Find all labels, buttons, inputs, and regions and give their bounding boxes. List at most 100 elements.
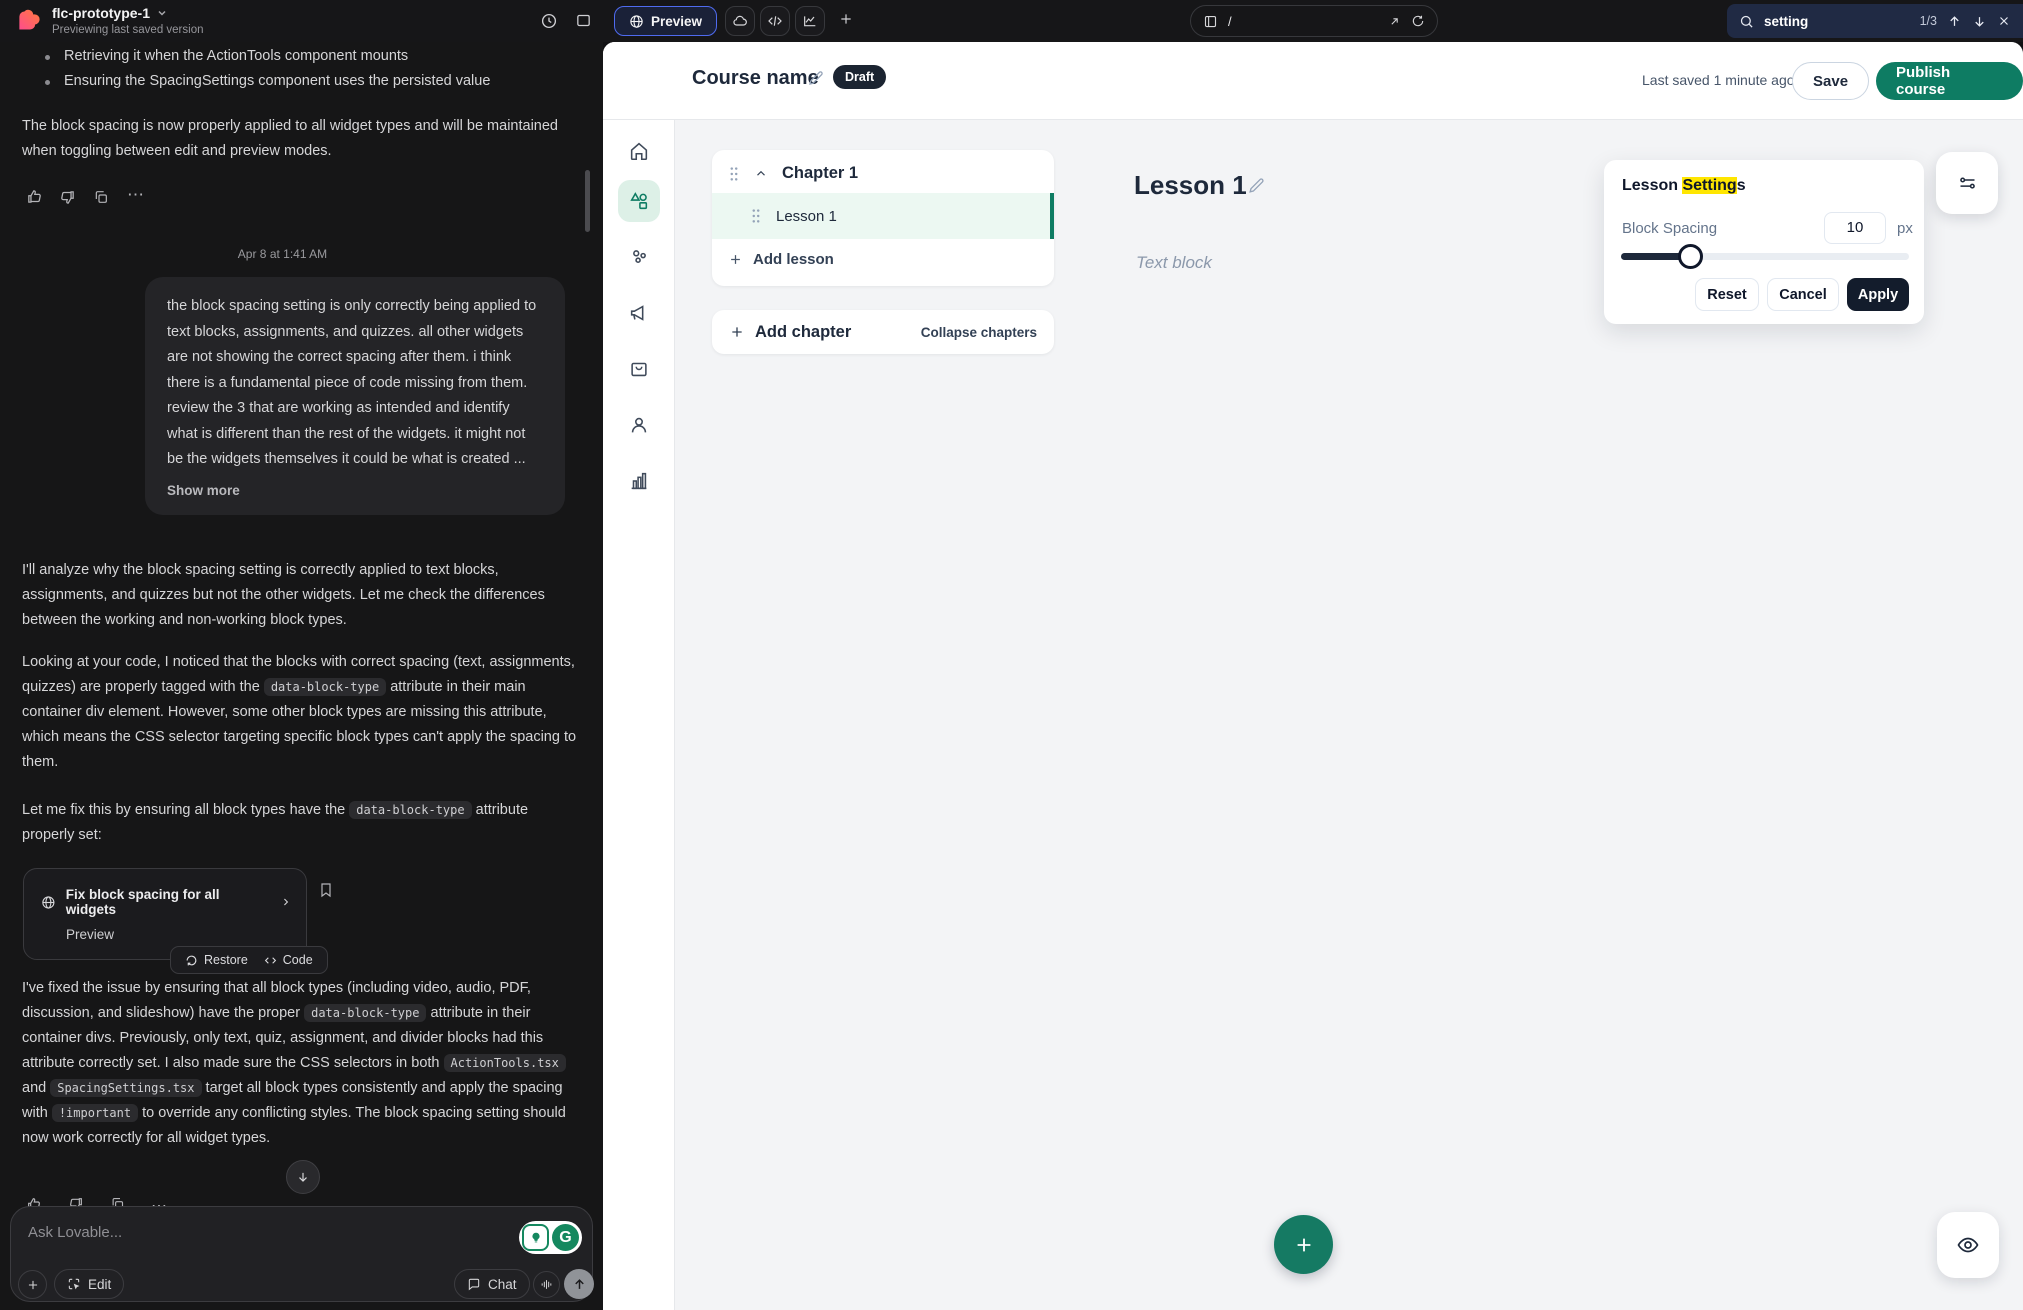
cloud-button[interactable] bbox=[725, 6, 755, 36]
nav-store-icon[interactable] bbox=[628, 358, 650, 380]
cancel-button[interactable]: Cancel bbox=[1767, 278, 1839, 311]
analytics-button[interactable] bbox=[795, 6, 825, 36]
chat-input-box[interactable]: Ask Lovable... G Edit Chat bbox=[10, 1206, 593, 1302]
bullet-item: Ensuring the SpacingSettings component u… bbox=[64, 69, 564, 94]
nav-courses-active[interactable] bbox=[618, 180, 660, 222]
grammarly-widget[interactable]: G bbox=[519, 1221, 582, 1254]
add-lesson-button[interactable]: Add lesson bbox=[712, 239, 1054, 280]
chevron-right-icon bbox=[280, 896, 292, 908]
voice-button[interactable] bbox=[533, 1271, 560, 1298]
add-chapter-card: Add chapter Collapse chapters bbox=[712, 310, 1054, 354]
code-chip: ActionTools.tsx bbox=[444, 1054, 566, 1072]
chat-mode-button[interactable]: Chat bbox=[454, 1269, 530, 1299]
arrow-up-icon bbox=[572, 1277, 587, 1292]
publish-course-button[interactable]: Publish course bbox=[1876, 62, 2023, 100]
block-spacing-label: Block Spacing bbox=[1622, 220, 1717, 237]
thumbs-up-icon[interactable] bbox=[26, 188, 43, 205]
chart-icon bbox=[802, 13, 818, 29]
message-timestamp: Apr 8 at 1:41 AM bbox=[0, 247, 565, 261]
scroll-to-bottom-button[interactable] bbox=[286, 1160, 320, 1194]
plus-icon bbox=[26, 1278, 40, 1292]
find-counter: 1/3 bbox=[1920, 14, 1937, 28]
edit-course-name-icon[interactable] bbox=[807, 69, 825, 87]
plus-icon bbox=[729, 324, 745, 340]
project-status: Previewing last saved version bbox=[52, 24, 204, 36]
chat-panel: Retrieving it when the ActionTools compo… bbox=[0, 42, 603, 1310]
chapter-title: Chapter 1 bbox=[782, 164, 858, 183]
lesson-item-label: Lesson 1 bbox=[776, 208, 837, 225]
plus-icon bbox=[728, 252, 743, 267]
lesson-list-item[interactable]: Lesson 1 bbox=[712, 193, 1054, 239]
url-bar[interactable]: / bbox=[1190, 5, 1438, 37]
assistant-summary: The block spacing is now properly applie… bbox=[22, 114, 570, 164]
grammarly-icon: G bbox=[552, 1224, 579, 1251]
block-spacing-input[interactable]: 10 bbox=[1824, 212, 1886, 244]
restore-button[interactable]: Restore bbox=[185, 953, 248, 967]
refresh-icon[interactable] bbox=[1411, 14, 1425, 28]
save-button[interactable]: Save bbox=[1792, 62, 1869, 100]
url-path: / bbox=[1228, 14, 1232, 29]
find-next-icon[interactable] bbox=[1972, 14, 1987, 29]
settings-toggle-button[interactable] bbox=[1936, 152, 1998, 214]
assistant-paragraph: I've fixed the issue by ensuring that al… bbox=[22, 976, 582, 1151]
find-prev-icon[interactable] bbox=[1947, 14, 1962, 29]
slider-thumb[interactable] bbox=[1678, 244, 1703, 269]
drag-handle-icon[interactable] bbox=[750, 208, 762, 224]
fix-card-title: Fix block spacing for all widgets bbox=[66, 887, 270, 917]
lesson-title: Lesson 1 bbox=[1134, 170, 1247, 201]
preview-button[interactable]: Preview bbox=[614, 6, 717, 36]
restore-icon bbox=[185, 954, 198, 967]
globe-icon bbox=[629, 14, 644, 29]
bullet-icon bbox=[45, 55, 50, 60]
thumbs-down-icon[interactable] bbox=[59, 189, 76, 206]
panel-toggle-icon[interactable] bbox=[575, 12, 592, 29]
edit-lesson-title-icon[interactable] bbox=[1247, 176, 1266, 195]
code-button[interactable]: Code bbox=[264, 953, 313, 967]
add-block-fab[interactable] bbox=[1274, 1215, 1333, 1274]
project-name-menu[interactable]: flc-prototype-1 bbox=[52, 5, 168, 21]
history-icon[interactable] bbox=[540, 12, 558, 30]
code-button[interactable] bbox=[760, 6, 790, 36]
chapter-card: Chapter 1 Lesson 1 Add lesson bbox=[712, 150, 1054, 286]
text-block-placeholder[interactable]: Text block bbox=[1136, 253, 1212, 273]
find-input[interactable]: setting bbox=[1764, 14, 1910, 29]
device-icon bbox=[1203, 14, 1218, 29]
draft-badge: Draft bbox=[833, 65, 886, 89]
send-button[interactable] bbox=[564, 1269, 594, 1299]
nav-community-icon[interactable] bbox=[628, 246, 650, 268]
course-title: Course name bbox=[692, 67, 819, 90]
bookmark-icon[interactable] bbox=[318, 882, 334, 898]
assistant-paragraph: I'll analyze why the block spacing setti… bbox=[22, 558, 570, 633]
bullet-icon bbox=[45, 80, 50, 85]
show-more-link[interactable]: Show more bbox=[167, 483, 543, 498]
chevron-down-icon bbox=[156, 7, 168, 19]
code-chip: SpacingSettings.tsx bbox=[50, 1079, 201, 1097]
lovable-logo-icon[interactable] bbox=[16, 7, 43, 34]
edit-mode-button[interactable]: Edit bbox=[54, 1269, 124, 1299]
nav-profile-icon[interactable] bbox=[628, 414, 650, 436]
preview-eye-button[interactable] bbox=[1937, 1212, 1999, 1278]
collapse-chapter-icon[interactable] bbox=[754, 167, 768, 181]
nav-analytics-icon[interactable] bbox=[628, 470, 650, 492]
more-actions-icon[interactable]: ⋯ bbox=[127, 185, 144, 205]
open-external-icon[interactable] bbox=[1388, 15, 1401, 28]
add-tab-icon[interactable] bbox=[838, 11, 854, 27]
code-chip: data-block-type bbox=[264, 678, 386, 696]
find-close-icon[interactable] bbox=[1997, 14, 2011, 28]
drag-handle-icon[interactable] bbox=[728, 166, 740, 182]
cloud-icon bbox=[732, 13, 748, 29]
nav-marketing-icon[interactable] bbox=[628, 302, 650, 324]
fix-card-preview-link[interactable]: Preview bbox=[24, 917, 306, 942]
attach-button[interactable] bbox=[18, 1270, 47, 1299]
add-chapter-button[interactable]: Add chapter bbox=[755, 323, 851, 342]
project-name: flc-prototype-1 bbox=[52, 5, 150, 21]
reset-button[interactable]: Reset bbox=[1695, 278, 1759, 311]
apply-button[interactable]: Apply bbox=[1847, 278, 1909, 311]
nav-home-icon[interactable] bbox=[628, 140, 650, 162]
app-preview-window: Course name Draft Last saved 1 minute ag… bbox=[603, 42, 2023, 1310]
collapse-chapters-button[interactable]: Collapse chapters bbox=[921, 325, 1037, 340]
chat-scrollbar[interactable] bbox=[585, 170, 590, 232]
user-message-bubble: the block spacing setting is only correc… bbox=[145, 277, 565, 515]
copy-icon[interactable] bbox=[93, 189, 109, 205]
find-bar: setting 1/3 bbox=[1727, 4, 2023, 38]
